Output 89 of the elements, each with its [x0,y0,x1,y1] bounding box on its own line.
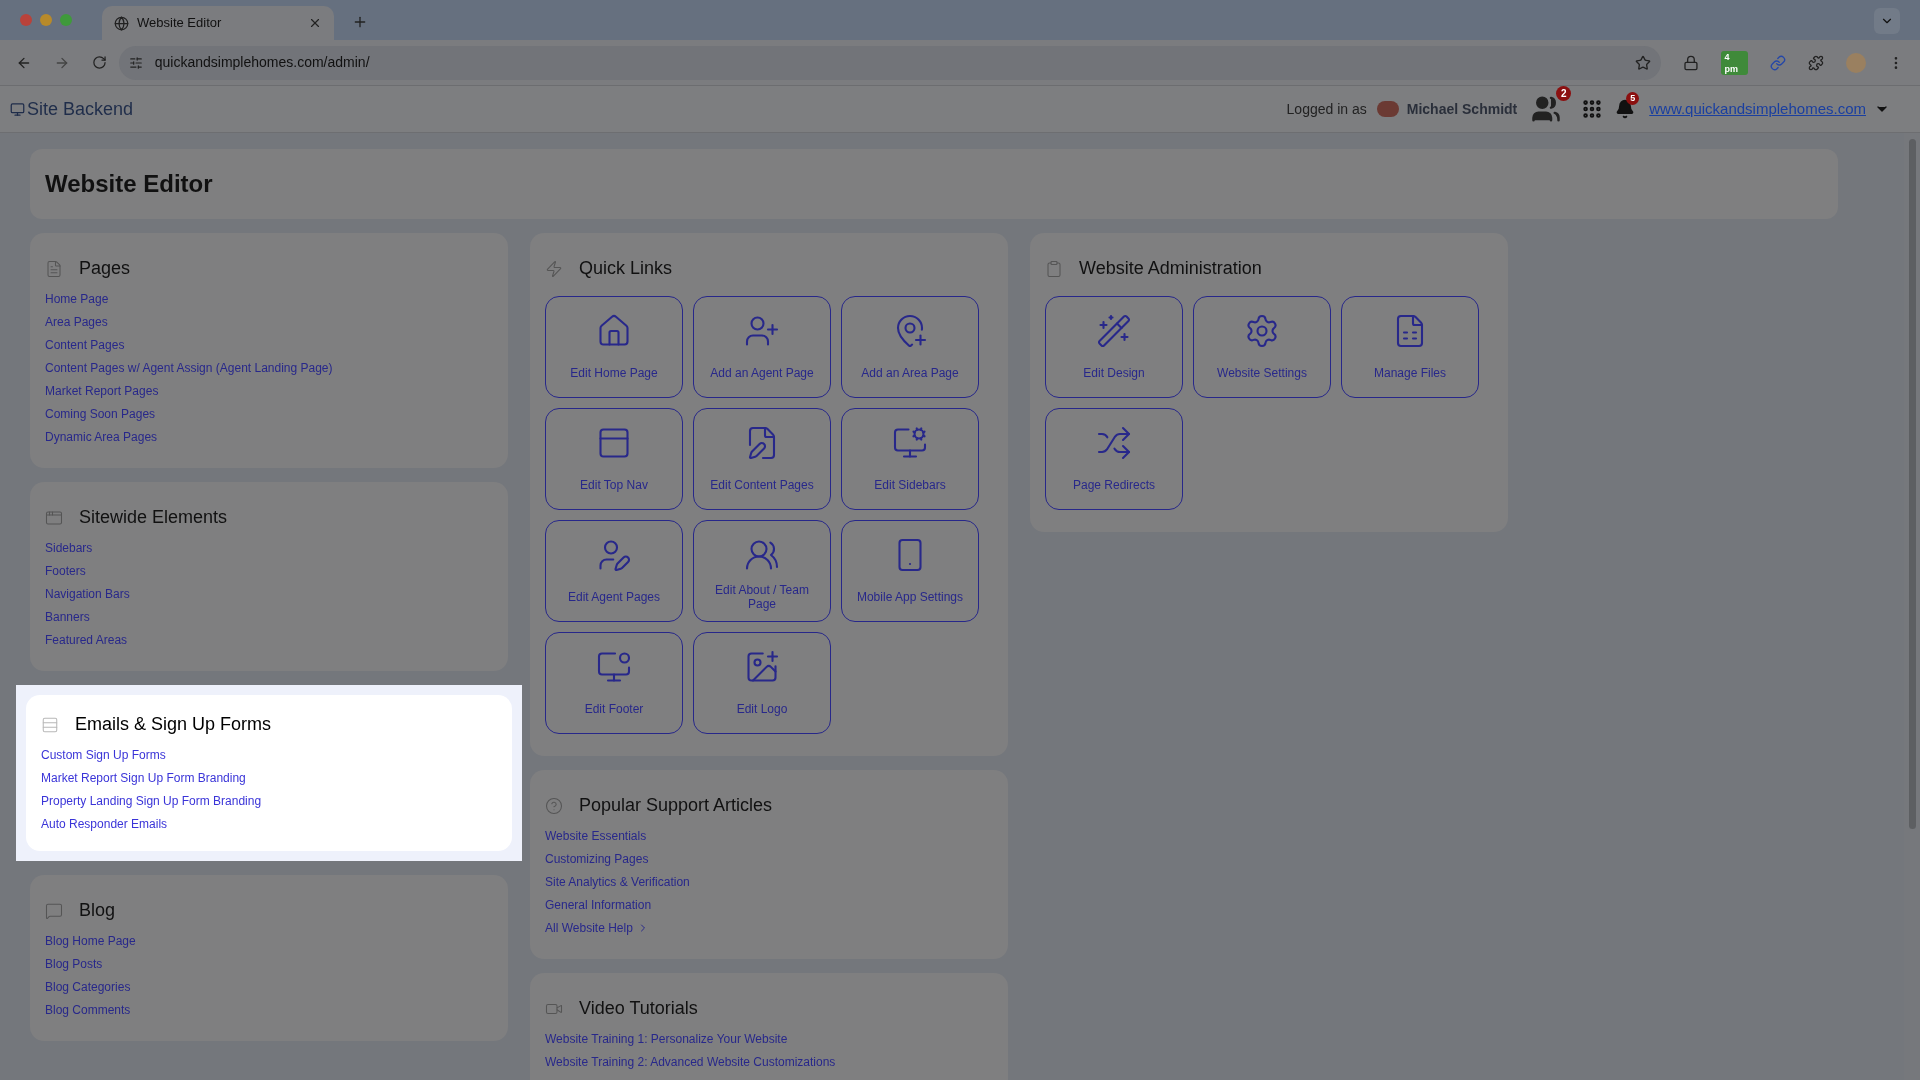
section-title: Quick Links [579,257,673,280]
window-icon [45,508,63,527]
house-icon [596,313,632,349]
notification-count-badge: 5 [1626,92,1640,105]
clipboard-icon [1045,259,1063,278]
team-icon[interactable] [1531,94,1562,124]
section-link[interactable]: Property Landing Sign Up Form Branding [41,792,262,810]
tab-list-button[interactable] [1874,8,1900,34]
user-avatar [1376,101,1399,117]
section-title: Sitewide Elements [79,506,228,529]
section-link[interactable]: Content Pages [45,336,125,354]
section-link[interactable]: Content Pages w/ Agent Assign (Agent Landing Page) [45,359,333,377]
monitor-icon [596,649,632,685]
brand-title[interactable]: Site Backend [27,95,134,123]
quick-link-tile[interactable]: Edit About / Team Page [693,520,831,622]
section-link[interactable]: Blog Home Page [45,932,136,950]
reload-icon[interactable] [91,55,107,70]
team-count-badge: 2 [1556,86,1572,101]
image-icon [744,649,780,685]
globe-icon [114,15,129,31]
calendar-extension-icon[interactable]: 4 pm [1721,50,1749,75]
more-link[interactable]: All Website Help [545,919,649,937]
section-link[interactable]: Dynamic Area Pages [45,428,158,446]
document-icon [45,259,63,278]
close-icon[interactable] [308,16,322,30]
quick-link-tile[interactable]: Edit Sidebars [841,408,979,510]
section-link[interactable]: Blog Categories [45,978,131,996]
section-link[interactable]: Featured Areas [45,631,128,649]
site-link[interactable]: www.quickandsimplehomes.com [1649,97,1866,121]
quick-link-tile[interactable]: Add an Area Page [841,296,979,398]
quick-link-tile[interactable]: Manage Files [1341,296,1479,398]
section-link[interactable]: Blog Posts [45,955,103,973]
section-link[interactable]: Coming Soon Pages [45,405,156,423]
quick-link-tile[interactable]: Mobile App Settings [841,520,979,622]
browser-tab[interactable]: Website Editor [102,6,334,40]
section-title: Pages [79,257,131,280]
section-link[interactable]: Website Essentials [545,827,647,845]
help-icon [545,796,563,815]
logged-in-label: Logged in as [1286,99,1367,119]
quick-link-tile[interactable]: Edit Top Nav [545,408,683,510]
quick-link-tile[interactable]: Edit Logo [693,632,831,734]
bookmark-star-icon[interactable] [1635,54,1652,71]
shuffle-icon [1096,425,1132,461]
section-link[interactable]: General Information [545,896,652,914]
section-link[interactable]: Blog Comments [45,1001,131,1019]
quick-link-tile[interactable]: Page Redirects [1045,408,1183,510]
monitor-icon [892,425,928,461]
extensions-icon[interactable] [1808,54,1825,71]
chat-bubble-icon [45,901,63,920]
section-title: Video Tutorials [579,997,698,1020]
notification-bell-icon[interactable] [1615,99,1636,119]
section-link[interactable]: Custom Sign Up Forms [41,746,166,764]
section-title: Blog [79,899,116,922]
section-link[interactable]: Home Page [45,290,109,308]
browser-window-icon [596,425,632,461]
monitor-icon [10,101,25,117]
section-link[interactable]: Sidebars [45,539,93,557]
quick-link-tile[interactable]: Edit Footer [545,632,683,734]
rows-icon [41,715,59,734]
address-bar[interactable]: quickandsimplehomes.com/admin/ [118,45,1662,80]
site-settings-icon[interactable] [128,55,143,70]
section-title: Emails & Sign Up Forms [75,713,272,736]
section-link[interactable]: Footers [45,562,86,580]
section-link[interactable]: Customizing Pages [545,850,649,868]
user-name[interactable]: Michael Schmidt [1406,98,1518,120]
apps-grid-icon[interactable] [1581,98,1604,120]
section-link[interactable]: Website Training 2: Advanced Website Customizations [545,1053,836,1071]
lightning-icon [545,259,563,278]
section-title: Website Administration [1079,257,1262,280]
section-title: Popular Support Articles [579,794,773,817]
section-link[interactable]: Navigation Bars [45,585,130,603]
quick-link-tile[interactable]: Add an Agent Page [693,296,831,398]
section-link[interactable]: Website Training 1: Personalize Your Website [545,1030,788,1048]
section-link[interactable]: Banners [45,608,90,626]
page-title: Website Editor [45,169,213,199]
section-link[interactable]: Site Analytics & Verification [545,873,690,891]
link-icon[interactable] [1770,54,1787,71]
section-link[interactable]: Area Pages [45,313,108,331]
magic-wand-icon [1096,313,1132,349]
section-link[interactable]: Market Report Pages [45,382,159,400]
section-link[interactable]: Market Report Sign Up Form Branding [41,769,246,787]
new-tab-icon[interactable] [352,14,368,30]
quick-link-tile[interactable]: Edit Home Page [545,296,683,398]
quick-link-tile[interactable]: Website Settings [1193,296,1331,398]
quick-link-tile[interactable]: Edit Content Pages [693,408,831,510]
settings-icon [1244,313,1280,349]
quick-link-tile[interactable]: Edit Agent Pages [545,520,683,622]
quick-link-tile[interactable]: Edit Design [1045,296,1183,398]
section-link[interactable]: Auto Responder Emails [41,815,168,833]
